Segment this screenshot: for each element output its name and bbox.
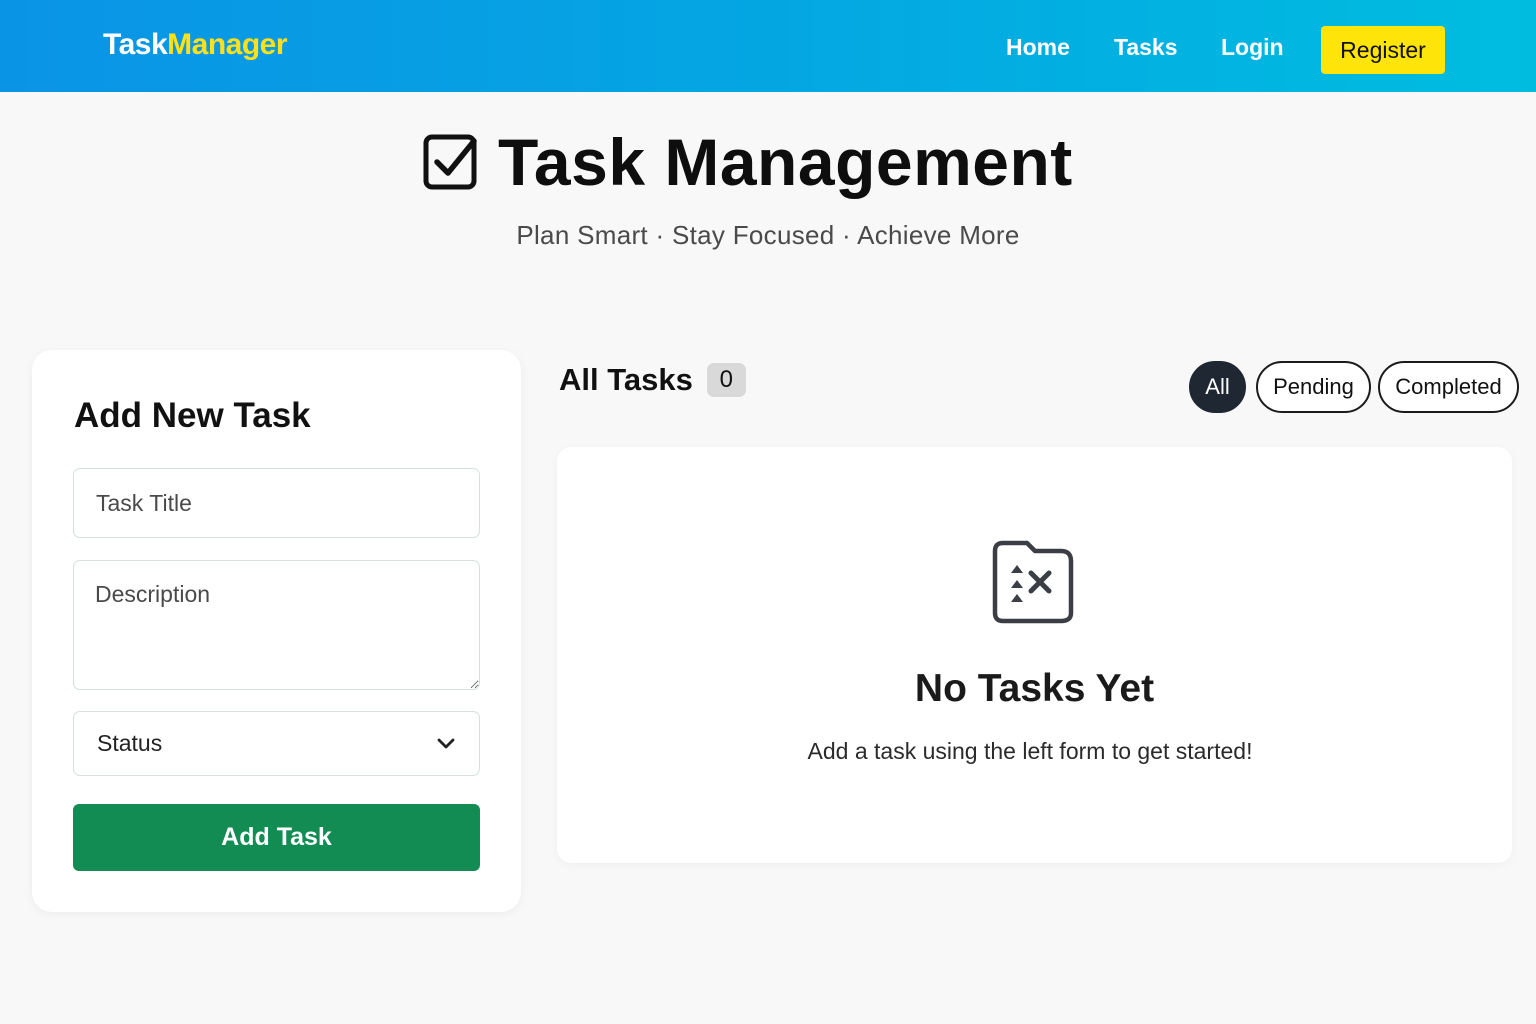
status-select-label: Status — [97, 730, 163, 756]
add-task-card: Add New Task Status Add Task — [32, 350, 521, 912]
filter-pending-button[interactable]: Pending — [1256, 361, 1371, 413]
page-title: Task Management — [498, 125, 1073, 199]
navbar: TaskManager Home Tasks Login Register — [0, 0, 1536, 92]
brand-logo[interactable]: TaskManager — [103, 28, 288, 62]
tasks-heading-label: All Tasks — [559, 362, 693, 397]
empty-tasks-icon — [991, 539, 1075, 625]
task-count-badge: 0 — [706, 363, 746, 397]
filter-all-button[interactable]: All — [1189, 361, 1246, 413]
empty-state-card: No Tasks Yet Add a task using the left f… — [557, 447, 1512, 863]
empty-state-message: Add a task using the left form to get st… — [807, 738, 1253, 764]
description-textarea[interactable] — [73, 560, 480, 690]
status-select[interactable]: Status — [73, 711, 480, 776]
chevron-down-icon — [436, 730, 456, 757]
empty-state-title: No Tasks Yet — [914, 667, 1155, 710]
task-title-input[interactable] — [73, 468, 480, 538]
register-button[interactable]: Register — [1321, 26, 1445, 74]
nav-link-login[interactable]: Login — [1221, 34, 1284, 61]
brand-text-task: Task — [103, 28, 168, 61]
checkbox-icon — [422, 129, 480, 196]
filter-completed-button[interactable]: Completed — [1378, 361, 1519, 413]
nav-link-tasks[interactable]: Tasks — [1114, 34, 1178, 61]
form-title: Add New Task — [74, 396, 311, 435]
page-subtitle: Plan Smart · Stay Focused · Achieve More — [516, 220, 1020, 250]
tasks-heading: All Tasks 0 — [559, 362, 746, 398]
nav-link-home[interactable]: Home — [1006, 34, 1070, 61]
brand-text-manager: Manager — [167, 28, 288, 61]
add-task-button[interactable]: Add Task — [73, 804, 480, 871]
page-header: Task Management — [422, 122, 1073, 202]
